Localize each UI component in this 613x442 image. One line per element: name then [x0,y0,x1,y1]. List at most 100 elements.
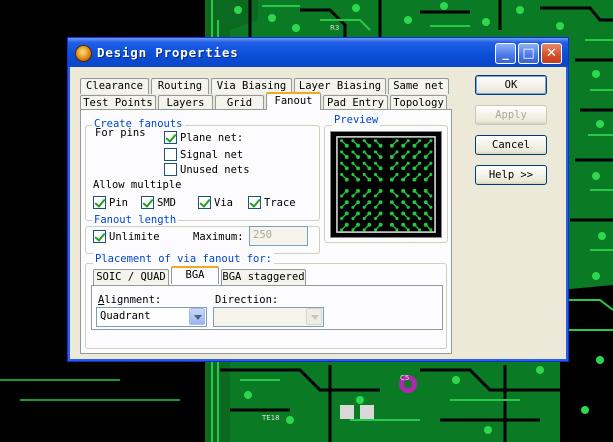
preview-fanout-trace [341,212,348,219]
preview-fanout-trace [341,152,348,158]
preview-fanout-via [395,194,399,198]
trace-checkbox[interactable] [248,196,261,209]
preview-fanout-trace [391,174,397,181]
fanout-length-title: Fanout length [92,214,179,226]
direction-label: Direction: [215,294,279,306]
preview-fanout-via [417,150,422,154]
tab-same-net[interactable]: Same net [388,78,449,94]
preview-fanout-via [429,228,433,232]
maximum-input[interactable]: 250 [249,226,308,246]
preview-fanout-trace [364,190,370,196]
preview-fanout-trace [402,163,409,169]
preview-fanout-trace [364,224,370,230]
signal-net-checkbox[interactable] [164,148,177,161]
subtab-bga[interactable]: BGA [171,266,219,284]
preview-fanout-via [351,216,355,221]
preview-fanout-via [340,150,344,154]
preview-fanout-trace [414,174,420,181]
cancel-button[interactable]: Cancel [475,135,547,155]
preview-fanout-via [373,228,378,232]
unlimited-checkbox[interactable] [93,230,106,243]
fanout-preview-image [330,131,442,238]
preview-fanout-via [340,194,344,198]
apply-button[interactable]: Apply [475,105,547,125]
preview-fanout-trace [341,174,348,181]
preview-fanout-via [362,139,366,143]
alignment-dropdown-arrow-icon[interactable] [189,308,205,325]
pin-checkbox[interactable] [93,196,106,209]
preview-fanout-trace [353,201,359,208]
preview-fanout-trace [375,201,382,208]
preview-fanout-via [373,172,378,177]
minimize-button[interactable]: _ [495,43,516,64]
preview-fanout-via [406,216,410,221]
preview-fanout-trace [402,190,409,196]
preview-fanout-via [351,150,355,154]
smd-checkbox[interactable] [141,196,154,209]
preview-fanout-trace [414,212,420,219]
preview-fanout-via [395,150,399,154]
tab-fanout[interactable]: Fanout [266,92,321,110]
preview-fanout-trace [391,212,397,219]
design-properties-dialog: Design Properties _ □ ✕ Clearance Routin… [67,37,569,362]
unused-nets-checkbox[interactable] [164,163,177,176]
preview-fanout-trace [341,224,348,230]
via-checkbox[interactable] [198,196,211,209]
preview-fanout-trace [425,190,431,196]
preview-fanout-via [340,161,344,165]
preview-fanout-via [406,194,410,198]
help-button[interactable]: Help >> [475,165,547,185]
preview-fanout-via [417,216,422,221]
tab-clearance[interactable]: Clearance [80,78,149,94]
preview-fanout-trace [391,190,397,196]
preview-fanout-via [417,205,422,209]
close-button[interactable]: ✕ [541,43,562,64]
preview-fanout-trace [375,152,382,158]
preview-fanout-trace [375,174,382,181]
preview-fanout-trace [364,201,370,208]
ok-button[interactable]: OK [475,75,547,95]
preview-fanout-trace [402,174,409,181]
preview-fanout-via [406,161,410,165]
preview-fanout-via [351,161,355,165]
preview-fanout-trace [375,212,382,219]
preview-fanout-via [417,139,422,143]
preview-fanout-via [417,194,422,198]
preview-fanout-via [362,228,366,232]
preview-fanout-trace [425,212,431,219]
preview-fanout-via [429,194,433,198]
subtab-bga-staggered[interactable]: BGA staggered [221,269,306,285]
preview-fanout-trace [375,190,382,196]
title-bar[interactable]: Design Properties _ □ ✕ [68,38,568,67]
preview-fanout-via [429,161,433,165]
preview-fanout-trace [341,190,348,196]
preview-fanout-via [351,228,355,232]
preview-fanout-trace [402,212,409,219]
smd-label: SMD [157,197,176,209]
preview-fanout-via [373,205,378,209]
preview-fanout-via [362,194,366,198]
alignment-label: Alignment: [98,294,162,306]
preview-fanout-trace [391,163,397,169]
preview-fanout-via [429,139,433,143]
preview-fanout-trace [353,140,359,147]
preview-fanout-via [340,205,344,209]
preview-fanout-trace [375,140,382,147]
preview-fanout-via [429,216,433,221]
preview-fanout-trace [341,140,348,147]
preview-fanout-trace [391,224,397,230]
preview-fanout-trace [414,163,420,169]
preview-fanout-via [395,205,399,209]
tab-routing[interactable]: Routing [151,78,209,94]
plane-net-checkbox[interactable] [164,131,177,144]
preview-fanout-via [406,139,410,143]
maximize-button[interactable]: □ [518,43,539,64]
direction-dropdown-arrow-icon[interactable] [306,308,322,325]
preview-fanout-via [395,139,399,143]
plane-net-label: Plane net: [180,132,244,144]
preview-fanout-via [362,216,366,221]
preview-fanout-via [373,139,378,143]
preview-fanout-via [351,139,355,143]
preview-fanout-trace [425,224,431,230]
subtab-soic-quad[interactable]: SOIC / QUAD [93,269,169,285]
